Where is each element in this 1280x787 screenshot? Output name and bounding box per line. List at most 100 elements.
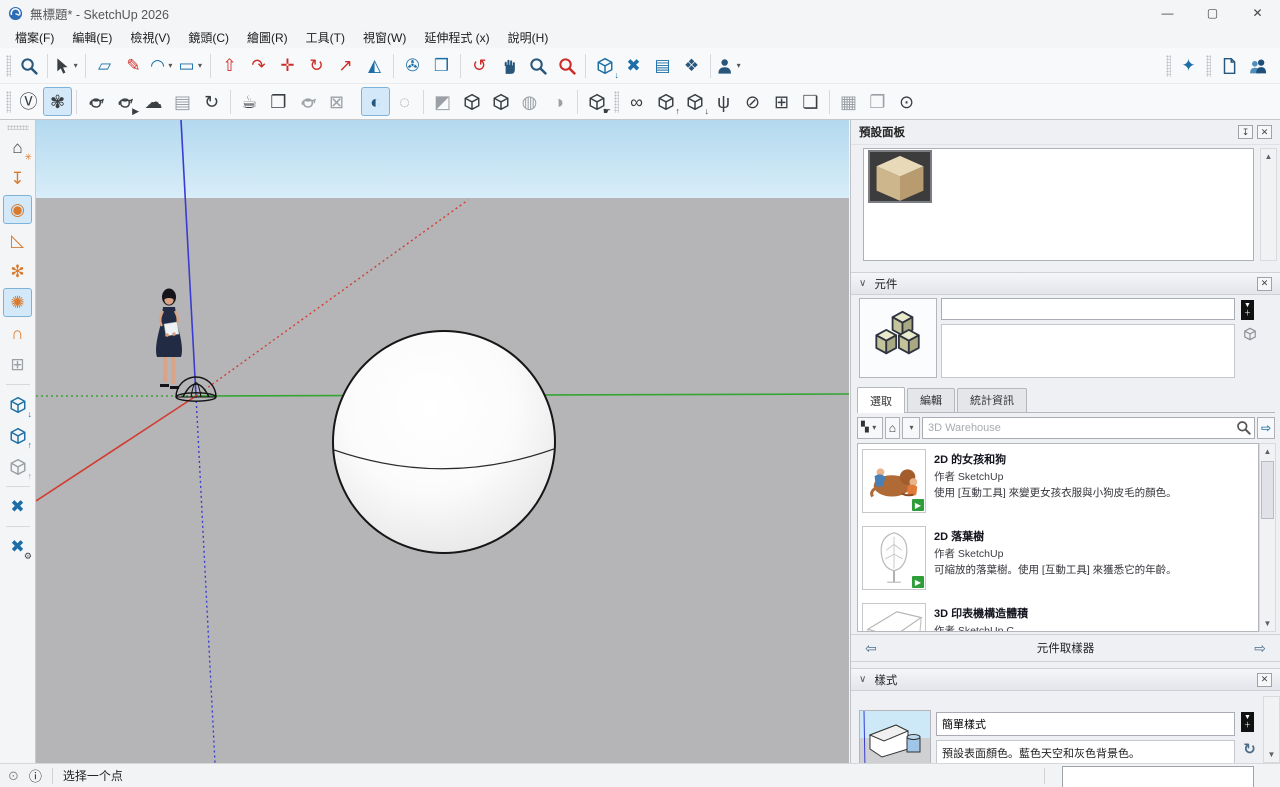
menu-file[interactable]: 檔案(F)	[6, 27, 63, 48]
rotate-tool-button[interactable]: ↻	[302, 51, 331, 80]
match-photo-button[interactable]: ❖	[677, 51, 706, 80]
scroll-down-icon[interactable]: ▼	[1264, 747, 1279, 762]
import-proxy-button[interactable]: ↓	[680, 87, 709, 116]
sphere-light-button[interactable]: ◉	[3, 195, 32, 224]
toolbar-grip[interactable]	[1166, 54, 1171, 77]
components-close-icon[interactable]: ✕	[1257, 276, 1272, 291]
frame-buffer-button[interactable]: ▤	[168, 87, 197, 116]
scroll-up-icon[interactable]: ▲	[1261, 149, 1276, 164]
omni-light-button[interactable]: ✺	[3, 288, 32, 317]
vray-logo-button[interactable]: Ⓥ	[14, 87, 43, 116]
decal-button[interactable]: ❏	[796, 87, 825, 116]
line-tool-button[interactable]: ✎	[119, 51, 148, 80]
material-thumbnail[interactable]	[868, 150, 932, 203]
home-button[interactable]: ⌂	[884, 416, 900, 439]
chevron-down-icon[interactable]: ▾	[196, 61, 205, 70]
move-tool-button[interactable]: ✛	[273, 51, 302, 80]
scrollbar-thumb[interactable]	[1261, 461, 1274, 519]
send-to-layout-button[interactable]: ▤	[648, 51, 677, 80]
component-name-field[interactable]	[941, 298, 1235, 320]
follow-me-tool-button[interactable]: ↷	[244, 51, 273, 80]
secondary-pane-icon[interactable]: ▼ ＋	[1241, 712, 1258, 732]
tab-select[interactable]: 選取	[857, 387, 905, 413]
spot-light-button[interactable]: ◺	[3, 226, 32, 255]
component-description-field[interactable]	[941, 324, 1235, 378]
zoom-extents-tool-button[interactable]	[552, 51, 581, 80]
menu-draw[interactable]: 繪圖(R)	[238, 27, 297, 48]
pick-object-button[interactable]: ☛	[582, 87, 611, 116]
warehouse-upload-button[interactable]: ↑	[3, 421, 32, 450]
select-tool-button[interactable]: ▾	[52, 51, 81, 80]
menu-edit[interactable]: 編輯(E)	[63, 27, 121, 48]
render-cloud-button[interactable]: ☁	[139, 87, 168, 116]
menu-view[interactable]: 檢視(V)	[121, 27, 179, 48]
chevron-down-icon[interactable]: ▾	[71, 61, 80, 70]
scroll-up-icon[interactable]: ▲	[1260, 444, 1275, 459]
infinite-plane-button[interactable]: ⊘	[738, 87, 767, 116]
texture-sphere-b-button[interactable]: ◑	[544, 87, 573, 116]
zoom-tool-button[interactable]	[523, 51, 552, 80]
search-tool-button[interactable]	[14, 51, 43, 80]
render-interactive-button[interactable]: ▶	[110, 87, 139, 116]
styles-section-header[interactable]: ∨ 樣式 ✕	[851, 668, 1280, 691]
girl-dog-thumbnail[interactable]: ▶	[862, 449, 926, 513]
next-page-button[interactable]: ⇨	[1256, 416, 1275, 439]
menu-help[interactable]: 說明(H)	[499, 27, 558, 48]
tray-close-icon[interactable]: ✕	[1257, 125, 1272, 139]
menu-tools[interactable]: 工具(T)	[297, 27, 354, 48]
style-name-field[interactable]	[936, 712, 1235, 736]
person-component[interactable]	[156, 288, 182, 390]
scale-tool-button[interactable]: ↗	[331, 51, 360, 80]
rectangle-light-button[interactable]: ↧	[3, 164, 32, 193]
new-model-button[interactable]	[1214, 51, 1243, 80]
texture-sphere-a-button[interactable]: ◍	[515, 87, 544, 116]
menu-camera[interactable]: 鏡頭(C)	[179, 27, 238, 48]
refresh-style-icon[interactable]: ↻	[1241, 740, 1258, 758]
menu-window[interactable]: 視窗(W)	[354, 27, 415, 48]
ai-assistant-button[interactable]: ✦	[1174, 51, 1203, 80]
visibility-pages-button[interactable]: ⊙	[892, 87, 921, 116]
collections-dropdown-button[interactable]: ▾	[901, 416, 920, 439]
viewport-render-button[interactable]	[293, 87, 322, 116]
extension-warehouse-side-button[interactable]: ✖	[3, 492, 32, 521]
info-icon[interactable]: ⓘ	[29, 766, 42, 785]
render-button[interactable]	[81, 87, 110, 116]
texture-cube-b-button[interactable]	[486, 87, 515, 116]
extension-manager-button[interactable]: ✖ ⚙	[3, 532, 32, 561]
warehouse-download-button[interactable]: ↓	[3, 390, 32, 419]
share-model-button[interactable]: ↑	[3, 452, 32, 481]
maximize-button[interactable]: ▢	[1190, 0, 1235, 26]
component-list-item[interactable]: ▶ 2D 的女孩和狗 作者 SketchUp 使用 [互動工具] 來變更女孩衣服與小狗…	[858, 444, 1258, 521]
component-preview[interactable]	[859, 298, 937, 378]
texture-cube-a-button[interactable]	[457, 87, 486, 116]
menu-extensions[interactable]: 延伸程式 (x)	[415, 27, 498, 48]
minimize-button[interactable]: —	[1145, 0, 1190, 26]
components-scrollbar[interactable]: ▲ ▼	[1259, 443, 1276, 632]
secondary-pane-icon[interactable]: ▼ ＋	[1241, 300, 1258, 320]
styles-close-icon[interactable]: ✕	[1257, 672, 1272, 687]
printer-thumbnail[interactable]	[862, 603, 926, 631]
collaboration-button[interactable]	[1243, 51, 1272, 80]
progressive-render-button[interactable]: ☕	[235, 87, 264, 116]
arc-tool-button[interactable]: ◠ ▾	[148, 51, 177, 80]
in-model-components-icon[interactable]	[1241, 327, 1258, 346]
two-tone-sphere-button[interactable]: ◐	[361, 87, 390, 116]
component-list-item[interactable]: ▶ 2D 落葉樹 作者 SketchUp 可縮放的落葉樹。使用 [互動工具] 來獲悉它…	[858, 521, 1258, 598]
materials-scrollbar[interactable]: ▲	[1260, 148, 1277, 261]
previous-arrow-icon[interactable]: ⇦	[865, 640, 877, 657]
selection-render-button[interactable]: ◌	[390, 87, 419, 116]
style-preview[interactable]	[859, 710, 931, 770]
toolbar-grip[interactable]	[6, 90, 11, 113]
dome-light-button[interactable]: ∩	[3, 319, 32, 348]
file-light-manager-button[interactable]: ⌂ ✳	[3, 133, 32, 162]
tape-measure-tool-button[interactable]: ✇	[398, 51, 427, 80]
push-pull-tool-button[interactable]: ⇧	[215, 51, 244, 80]
refresh-render-button[interactable]: ↻	[197, 87, 226, 116]
toolbar-grip[interactable]	[614, 90, 619, 113]
tree-thumbnail[interactable]: ▶	[862, 526, 926, 590]
grid-fill-button[interactable]: ⊞	[767, 87, 796, 116]
search-icon[interactable]	[1236, 420, 1251, 435]
chevron-down-icon[interactable]: ▾	[166, 61, 175, 70]
account-button[interactable]: ▾	[715, 51, 744, 80]
components-section-header[interactable]: ∨ 元件 ✕	[851, 272, 1280, 295]
